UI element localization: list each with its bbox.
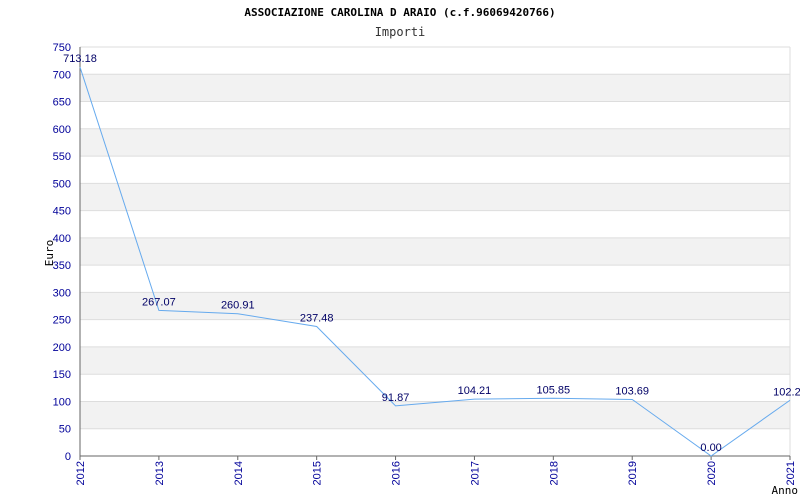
data-label: 0.00 bbox=[700, 442, 721, 454]
data-label: 104.21 bbox=[458, 385, 492, 397]
y-tick-label: 0 bbox=[65, 451, 71, 463]
x-tick-label: 2018 bbox=[548, 461, 560, 485]
x-tick-labels: 2012 2013 2014 2015 2016 2017 2018 2019 2020 2021 bbox=[75, 456, 797, 485]
y-tick-label: 100 bbox=[53, 396, 71, 408]
y-tick-label: 50 bbox=[59, 424, 71, 436]
y-tick-label: 650 bbox=[53, 97, 71, 109]
x-tick-label: 2020 bbox=[706, 461, 718, 485]
data-label: 267.07 bbox=[142, 296, 176, 308]
grid-bands bbox=[80, 74, 790, 429]
x-tick-label: 2016 bbox=[391, 461, 403, 485]
y-tick-label: 550 bbox=[53, 151, 71, 163]
data-label: 91.87 bbox=[382, 392, 410, 404]
y-axis-label: Euro bbox=[43, 240, 56, 267]
data-label: 713.18 bbox=[63, 53, 97, 65]
y-tick-label: 500 bbox=[53, 178, 71, 190]
x-tick-label: 2015 bbox=[312, 461, 324, 485]
grid-band bbox=[80, 183, 790, 211]
line-chart: 0501001502002503003504004505005506006507… bbox=[43, 42, 800, 497]
y-tick-label: 450 bbox=[53, 206, 71, 218]
grid-band bbox=[80, 292, 790, 320]
y-tick-label: 600 bbox=[53, 124, 71, 136]
x-axis-label: Anno bbox=[772, 484, 799, 497]
x-tick-label: 2014 bbox=[233, 461, 245, 485]
data-label: 105.85 bbox=[537, 384, 571, 396]
grid-band bbox=[80, 74, 790, 102]
y-tick-label: 150 bbox=[53, 369, 71, 381]
y-tick-label: 200 bbox=[53, 342, 71, 354]
x-tick-label: 2021 bbox=[785, 461, 797, 485]
grid-band bbox=[80, 237, 790, 266]
x-tick-label: 2013 bbox=[154, 461, 166, 485]
data-label: 237.48 bbox=[300, 312, 334, 324]
data-label: 260.91 bbox=[221, 300, 255, 312]
y-tick-label: 700 bbox=[53, 69, 71, 81]
x-tick-label: 2012 bbox=[75, 461, 87, 485]
y-tick-label: 250 bbox=[53, 315, 71, 327]
data-label: 103.69 bbox=[615, 385, 649, 397]
y-tick-label: 300 bbox=[53, 287, 71, 299]
grid-band bbox=[80, 346, 790, 375]
grid-band bbox=[80, 401, 790, 429]
grid-band bbox=[80, 128, 790, 157]
data-label: 102.21 bbox=[773, 386, 800, 398]
x-tick-label: 2017 bbox=[469, 461, 481, 485]
x-tick-label: 2019 bbox=[627, 461, 639, 485]
